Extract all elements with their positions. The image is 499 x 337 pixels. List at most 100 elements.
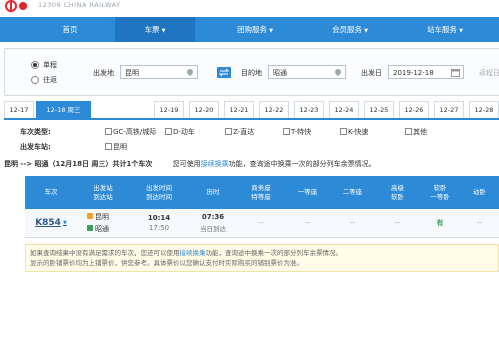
radio-one-way[interactable] <box>31 61 39 69</box>
chevron-down-icon: ▼ <box>269 28 273 34</box>
notice-line-2: 显示的卧铺票价均为上铺票价，供您参考。具体票价以您确认支付时实际购买的铺别票价为… <box>30 259 303 267</box>
date-tab[interactable]: 12-27 <box>434 101 464 118</box>
date-tab[interactable]: 12-22 <box>259 101 289 118</box>
second-class-cell: -- <box>349 219 356 227</box>
round-trip-label: 往返 <box>43 76 57 84</box>
end-station-icon <box>87 225 93 231</box>
date-tab[interactable]: 12-24 <box>329 101 359 118</box>
col-premium-soft: 高级 软卧 <box>391 183 404 201</box>
radio-round-trip[interactable] <box>31 76 39 84</box>
table-row: K854 ▼ 昆明 昭通 10:14 17:50 07:36 当日到达 -- --… <box>25 209 499 238</box>
train-number-link[interactable]: K854 ▼ <box>25 209 77 237</box>
notice-prefix: 如果查询结果中没有满足需求的车次，您还可以使用 <box>30 249 180 257</box>
date-tab[interactable]: 12-17 <box>4 101 34 118</box>
col-duration[interactable]: 历时 <box>189 176 237 209</box>
soft-sleeper-cell[interactable]: 有 <box>420 209 460 237</box>
duration-cell: 07:36 当日到达 <box>189 209 237 237</box>
duration: 07:36 <box>201 213 225 221</box>
from-station-row: 昆明 <box>87 212 109 222</box>
stations-cell: 昆明 昭通 <box>77 209 129 237</box>
nav-tickets[interactable]: 车票 ▼ <box>115 17 195 42</box>
type-option-label: D-动车 <box>173 128 195 136</box>
date-tab-active[interactable]: 12-18 周三 <box>36 101 91 118</box>
depart-date-value: 2019-12-18 <box>393 69 434 77</box>
col-train-no[interactable]: 车次 <box>25 176 77 209</box>
hint-prefix: 您可使用 <box>172 160 201 168</box>
date-tab[interactable]: 12-21 <box>224 101 254 118</box>
nav-group-service-label: 团购服务 <box>237 25 268 34</box>
china-railway-logo <box>2 0 30 12</box>
date-tab[interactable]: 12-26 <box>399 101 429 118</box>
row-to-station: 昭通 <box>95 225 109 233</box>
to-station-row: 昭通 <box>87 224 109 234</box>
nav-home[interactable]: 首页 <box>40 17 100 42</box>
date-tab[interactable]: 12-23 <box>294 101 324 118</box>
type-checkbox[interactable] <box>405 128 412 135</box>
type-option-label: K-快速 <box>348 128 369 136</box>
date-label: 出发日 <box>361 69 382 77</box>
type-option-label: 其他 <box>413 128 427 136</box>
nav-group-service[interactable]: 团购服务 ▼ <box>210 17 300 42</box>
col-moving-sleeper: 动卧 <box>473 188 486 196</box>
col-stations[interactable]: 出发站 到达站 <box>77 176 129 209</box>
moving-sleeper-cell: -- <box>476 219 483 227</box>
from-station-value: 昆明 <box>125 69 139 77</box>
swap-stations-icon[interactable] <box>217 67 231 78</box>
business-seat-cell: -- <box>258 219 264 227</box>
from-label: 出发地 <box>93 69 114 77</box>
route-summary: 昆明 --> 昭通（12月18日 周三）共计1个车次 <box>4 160 153 168</box>
type-checkbox[interactable] <box>225 128 232 135</box>
main-nav: 首页 车票 ▼ 团购服务 ▼ 会员服务 ▼ 站车服务 ▼ <box>0 17 499 42</box>
hint-suffix: 功能，查询途中换乘一次的部分列车余票情况。 <box>228 160 376 168</box>
result-summary: 昆明 --> 昭通（12月18日 周三）共计1个车次 您可使用接续换乘功能，查询… <box>4 159 499 171</box>
calendar-icon[interactable] <box>451 68 460 77</box>
station-option-label: 昆明 <box>113 143 127 151</box>
type-checkbox[interactable] <box>165 128 172 135</box>
notice-line-1: 如果查询结果中没有满足需求的车次，您还可以使用接续换乘功能，查询途中换乘一次的部… <box>30 248 494 258</box>
nav-tickets-label: 车票 <box>144 25 160 34</box>
results-table-header: 车次 出发站 到达站 出发时间 到达时间 历时 商务座 特等座 一等座 二等座 … <box>25 176 499 209</box>
train-type-label: 车次类型: <box>20 128 51 136</box>
type-option-label: T-特快 <box>291 128 312 136</box>
type-checkbox[interactable] <box>105 128 112 135</box>
date-tab[interactable]: 12-25 <box>364 101 394 118</box>
chevron-down-icon[interactable]: ▼ <box>63 220 67 226</box>
row-from-station: 昆明 <box>95 213 109 221</box>
date-tab[interactable]: 12-28 <box>469 101 499 118</box>
notice-box: 如果查询结果中没有满足需求的车次，您还可以使用接续换乘功能，查询途中换乘一次的部… <box>25 244 499 272</box>
date-tab[interactable]: 12-20 <box>189 101 219 118</box>
col-times[interactable]: 出发时间 到达时间 <box>129 176 189 209</box>
duration-note: 当日到达 <box>200 225 226 233</box>
arrive-time: 17:50 <box>148 224 170 232</box>
col-business-seat: 商务座 特等座 <box>251 183 271 201</box>
nav-member-service-label: 会员服务 <box>332 25 363 34</box>
nav-home-label: 首页 <box>62 25 78 34</box>
to-station-value: 昭通 <box>273 69 287 77</box>
transfer-link[interactable]: 接续换乘 <box>201 160 229 168</box>
date-tab[interactable]: 12-19 <box>154 101 184 118</box>
times-cell: 10:14 17:50 <box>129 209 189 237</box>
station-filter-label: 出发车站: <box>20 143 51 151</box>
col-first-class: 一等座 <box>297 188 318 196</box>
station-checkbox[interactable] <box>105 143 112 150</box>
brand-text: 12306 CHINA RAILWAY <box>38 1 121 9</box>
type-checkbox[interactable] <box>340 128 347 135</box>
chevron-down-icon: ▼ <box>364 28 368 34</box>
chevron-down-icon: ▼ <box>161 28 166 34</box>
col-second-class: 二等座 <box>342 188 363 196</box>
nav-station-service[interactable]: 站车服务 ▼ <box>400 17 490 42</box>
type-option-label: GC-高铁/城际 <box>113 128 157 136</box>
notice-transfer-link[interactable]: 接续换乘 <box>180 249 206 257</box>
chevron-down-icon: ▼ <box>459 28 463 34</box>
date-strip: 12-17 12-18 周三 12-19 12-20 12-21 12-22 1… <box>4 101 499 120</box>
first-class-cell: -- <box>304 219 311 227</box>
nav-member-service[interactable]: 会员服务 ▼ <box>310 17 390 42</box>
return-date-label: 返程日 <box>479 69 499 77</box>
depart-time: 10:14 <box>147 214 171 222</box>
start-station-icon <box>87 213 93 219</box>
type-option-label: Z-直达 <box>233 128 255 136</box>
nav-station-service-label: 站车服务 <box>427 25 458 34</box>
type-checkbox[interactable] <box>283 128 290 135</box>
one-way-label: 单程 <box>43 61 57 69</box>
premium-soft-cell: -- <box>394 219 401 227</box>
